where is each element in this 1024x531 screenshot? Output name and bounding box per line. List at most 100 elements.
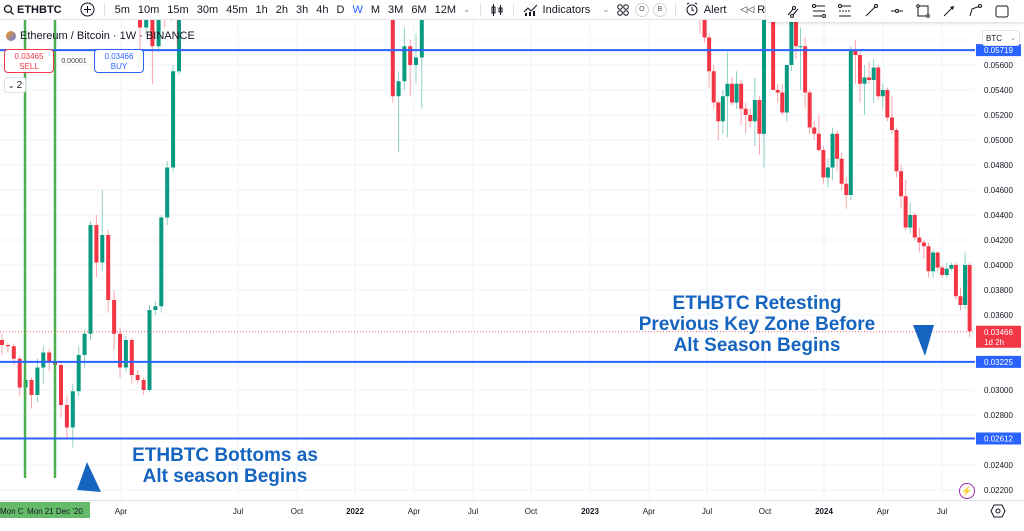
more-tools-icon[interactable] (992, 2, 1010, 20)
layouts-button[interactable] (613, 0, 633, 20)
candle-body (739, 83, 744, 109)
annotation-line: ETHBTC Retesting (672, 293, 842, 314)
counter-o[interactable]: O (634, 2, 649, 17)
alarm-clock-icon (686, 2, 698, 16)
candle-body (867, 77, 872, 80)
y-tick-label: 0.02800 (984, 411, 1013, 420)
timeframe-4h[interactable]: 4h (312, 0, 332, 20)
trend-line-icon[interactable] (862, 2, 880, 20)
trendline-pair-icon[interactable] (784, 2, 802, 20)
y-tick-label: 0.05400 (984, 86, 1013, 95)
candle-body (396, 81, 401, 97)
alert-button[interactable]: Alert (682, 0, 730, 20)
sell-button[interactable]: 0.03465 SELL (4, 49, 54, 73)
counter-b[interactable]: B (652, 2, 667, 17)
parallel-channel-icon[interactable] (836, 2, 854, 20)
time-axis[interactable]: Mon C Mon 21 Dec '20 Apr Jul Oct 2022 Apr Jul Oc… (0, 500, 1024, 525)
timeframe-2h[interactable]: 2h (272, 0, 292, 20)
candle-body (921, 242, 926, 247)
candle-body (926, 246, 931, 272)
timeframe-3M[interactable]: 3M (384, 0, 407, 20)
candle-body (798, 46, 803, 48)
rectangle-icon[interactable] (914, 2, 932, 20)
price-chart[interactable]: 0.02200 0.02400 0.02800 0.03000 0.03600 0.038… (0, 20, 1024, 500)
candle-body (707, 37, 712, 72)
timeframe-6M[interactable]: 6M (407, 0, 430, 20)
timeframe-3h[interactable]: 3h (292, 0, 312, 20)
candle-body (17, 358, 22, 388)
x-tick-label: 2022 (346, 507, 364, 516)
y-tick-label: 0.04200 (984, 236, 1013, 245)
indicators-icon (523, 4, 537, 16)
candle-body (171, 71, 176, 168)
symbol-search[interactable]: ETHBTC (0, 0, 65, 20)
drawing-toolbar (766, 0, 1024, 22)
trade-panel: 0.03465 SELL 0.00001 0.03466 BUY (4, 49, 144, 73)
current-price-label: 0.03466 (984, 328, 1013, 337)
timeframe-15m[interactable]: 15m (163, 0, 192, 20)
candle-body (793, 20, 798, 47)
candle-body (41, 352, 46, 368)
timeframe-D[interactable]: D (333, 0, 349, 20)
x-tick-label: Jul (233, 507, 243, 516)
alert-label: Alert (703, 3, 727, 16)
candle-body (885, 90, 890, 118)
x-tick-label: Apr (877, 507, 890, 516)
timeframe-12M[interactable]: 12M (431, 0, 460, 20)
timeframe-5m[interactable]: 5m (111, 0, 134, 20)
candle-body (757, 100, 762, 134)
candle-body (720, 96, 725, 122)
candle-body (106, 235, 111, 300)
candle-body (112, 300, 117, 334)
timeframe-1h[interactable]: 1h (252, 0, 272, 20)
indicators-dropdown[interactable]: ⌄ (599, 0, 613, 20)
sell-price: 0.03465 (14, 52, 44, 61)
x-tick-label: Oct (291, 507, 304, 516)
timeframe-W[interactable]: W (348, 0, 366, 20)
horizontal-ray-icon[interactable] (888, 2, 906, 20)
candle-body (816, 133, 821, 150)
currency-selector[interactable]: BTC ⌄ (982, 30, 1020, 46)
candle-body (917, 237, 922, 243)
annotation-line: Alt Season Begins (673, 335, 841, 356)
y-tick-label: 0.05000 (984, 136, 1013, 145)
collapse-indicators-button[interactable]: ⌄ 2 (4, 77, 26, 93)
candle-body (821, 150, 826, 178)
lightning-icon[interactable]: ⚡ (959, 483, 975, 499)
candle-body (76, 355, 81, 392)
currency-label: BTC (986, 33, 1002, 43)
y-tick-label: 0.05200 (984, 111, 1013, 120)
timeframe-30m[interactable]: 30m (193, 0, 222, 20)
spread-value: 0.00001 (61, 57, 87, 65)
up-triangle-marker[interactable] (77, 462, 101, 492)
settings-icon[interactable] (990, 504, 1006, 518)
timeframe-M[interactable]: M (367, 0, 384, 20)
fib-retracement-icon[interactable] (810, 2, 828, 20)
candle-body (743, 108, 748, 115)
arrow-tool-icon[interactable] (940, 2, 958, 20)
compare-button[interactable] (77, 0, 98, 20)
rewind-icon: ◁◁ (740, 4, 755, 14)
chart-type-button[interactable] (487, 0, 507, 20)
timeframe-10m[interactable]: 10m (134, 0, 163, 20)
indicators-button[interactable]: Indicators (520, 0, 594, 20)
buy-label: BUY (110, 62, 128, 71)
candles-icon (491, 3, 503, 16)
candle-body (889, 117, 894, 130)
path-icon[interactable] (966, 2, 984, 20)
candle-body (903, 196, 908, 228)
timeframe-dropdown[interactable]: ⌄ (460, 0, 474, 20)
timeframe-45m[interactable]: 45m (222, 0, 251, 20)
annotation-retesting[interactable]: ETHBTC Retesting Previous Key Zone Befor… (622, 293, 892, 356)
buy-button[interactable]: 0.03466 BUY (94, 49, 144, 73)
y-tick-label: 0.04400 (984, 211, 1013, 220)
chevron-down-icon: ⌄ (7, 80, 15, 90)
candle-body (812, 127, 817, 134)
down-triangle-marker[interactable] (913, 325, 934, 356)
x-tick-label: 2024 (815, 507, 833, 516)
candle-body (70, 391, 75, 428)
annotation-bottoms[interactable]: ETHBTC Bottoms as Alt season Begins (110, 445, 340, 487)
candle-body (949, 265, 954, 269)
symbol-name: ETHBTC (17, 3, 62, 16)
candle-body (0, 340, 4, 345)
